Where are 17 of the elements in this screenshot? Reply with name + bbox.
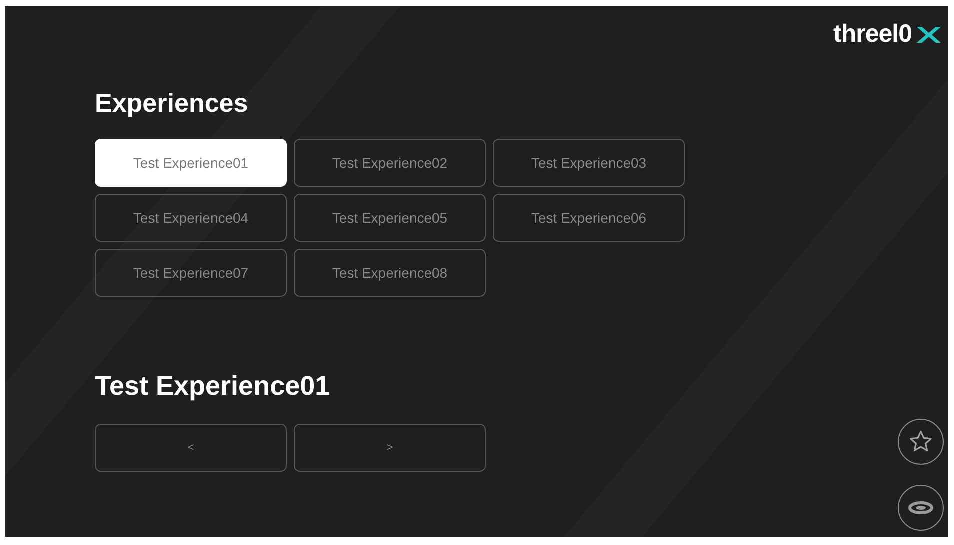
ring-icon (908, 500, 934, 516)
nav-button[interactable]: < (95, 424, 287, 472)
logo-text: threel0 (834, 20, 912, 49)
favorite-button[interactable] (898, 419, 944, 465)
experience-button[interactable]: Test Experience01 (95, 139, 287, 187)
experience-button[interactable]: Test Experience02 (294, 139, 486, 187)
experience-button[interactable]: Test Experience06 (493, 194, 685, 242)
nav-button[interactable]: > (294, 424, 486, 472)
experience-button[interactable]: Test Experience08 (294, 249, 486, 297)
orbit-button[interactable] (898, 485, 944, 531)
experience-button[interactable]: Test Experience04 (95, 194, 287, 242)
experience-button[interactable]: Test Experience07 (95, 249, 287, 297)
experience-button[interactable]: Test Experience05 (294, 194, 486, 242)
experience-title: Test Experience01 (95, 371, 332, 402)
logo-icon (916, 24, 942, 44)
section-heading: Experiences (95, 88, 250, 119)
experience-button[interactable]: Test Experience03 (493, 139, 685, 187)
